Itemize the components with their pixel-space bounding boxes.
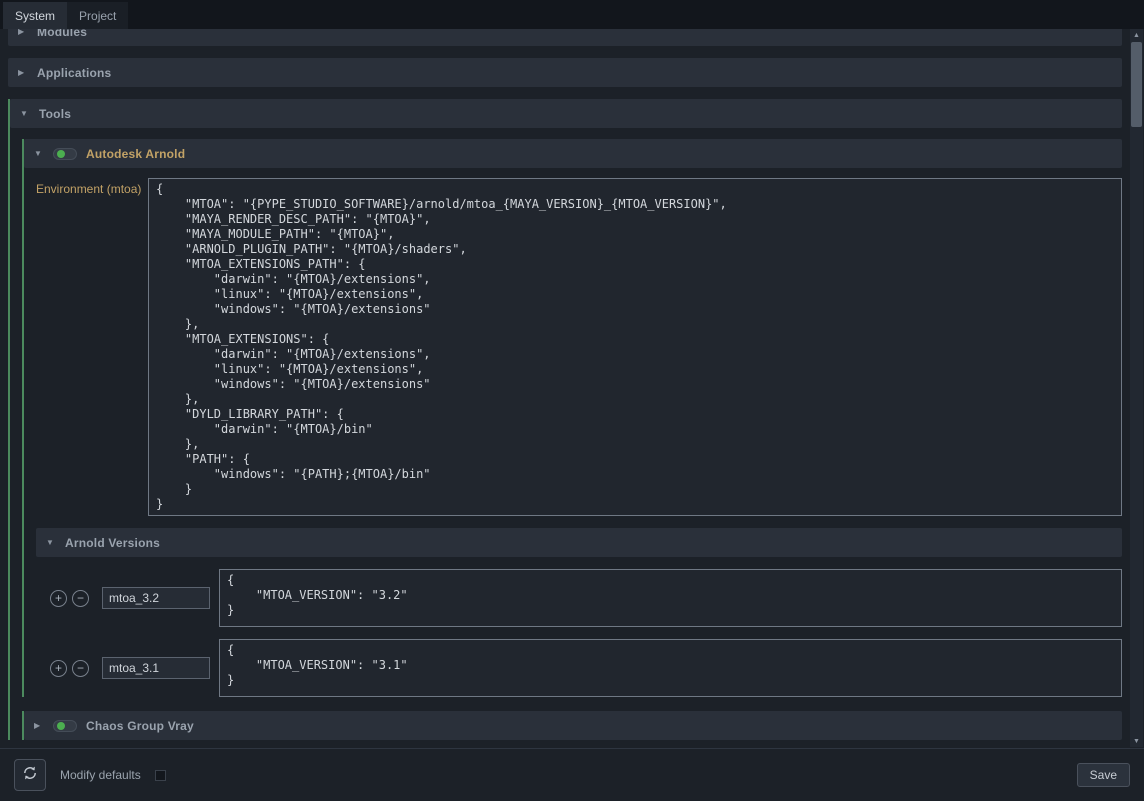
tab-system[interactable]: System [3, 2, 67, 29]
modify-defaults-checkbox[interactable] [155, 770, 166, 781]
settings-scroll-area: ▶ Modules ▶ Applications ▼ Tools ▼ Autod… [0, 29, 1144, 748]
environment-label: Environment (mtoa) [36, 178, 148, 516]
enabled-toggle-icon[interactable] [53, 720, 77, 732]
modify-defaults-label[interactable]: Modify defaults [60, 768, 141, 782]
chevron-down-icon: ▼ [46, 538, 56, 547]
version-row-mtoa-3-2: + − { "MTOA_VERSION": "3.2" } [24, 569, 1122, 627]
save-button[interactable]: Save [1077, 763, 1130, 787]
environment-json-editor[interactable]: { "MTOA": "{PYPE_STUDIO_SOFTWARE}/arnold… [148, 178, 1122, 516]
scroll-down-icon[interactable]: ▼ [1130, 735, 1143, 747]
section-header-modules[interactable]: ▶ Modules [8, 29, 1122, 46]
chevron-right-icon: ▶ [18, 29, 28, 36]
section-header-applications[interactable]: ▶ Applications [8, 58, 1122, 87]
section-tools: ▼ Tools ▼ Autodesk Arnold Environment (m… [8, 99, 1122, 740]
section-title-tools: Tools [39, 107, 71, 121]
chevron-right-icon: ▶ [18, 68, 28, 77]
chevron-right-icon: ▶ [34, 721, 44, 730]
version-json-editor[interactable]: { "MTOA_VERSION": "3.1" } [219, 639, 1122, 697]
section-title-applications: Applications [37, 66, 111, 80]
version-name-input[interactable] [102, 657, 210, 679]
chevron-down-icon: ▼ [20, 109, 30, 118]
tab-project[interactable]: Project [67, 2, 128, 29]
add-version-button[interactable]: + [50, 660, 67, 677]
group-title-chaos-group-vray: Chaos Group Vray [86, 719, 194, 733]
chevron-down-icon: ▼ [34, 149, 44, 158]
version-json-editor[interactable]: { "MTOA_VERSION": "3.2" } [219, 569, 1122, 627]
group-chaos-group-vray: ▶ Chaos Group Vray [22, 711, 1122, 740]
group-title-autodesk-arnold: Autodesk Arnold [86, 147, 185, 161]
scroll-up-icon[interactable]: ▲ [1130, 29, 1143, 41]
section-applications: ▶ Applications [8, 58, 1122, 87]
remove-version-button[interactable]: − [72, 660, 89, 677]
refresh-button[interactable] [14, 759, 46, 791]
scrollbar-thumb[interactable] [1131, 42, 1142, 127]
group-header-chaos-group-vray[interactable]: ▶ Chaos Group Vray [24, 711, 1122, 740]
enabled-toggle-icon[interactable] [53, 148, 77, 160]
tab-bar: System Project [0, 0, 1144, 29]
section-modules: ▶ Modules [8, 29, 1122, 46]
footer-bar: Modify defaults Save [0, 748, 1144, 801]
group-header-arnold-versions[interactable]: ▼ Arnold Versions [36, 528, 1122, 557]
version-row-mtoa-3-1: + − { "MTOA_VERSION": "3.1" } [24, 639, 1122, 697]
tools-body: ▼ Autodesk Arnold Environment (mtoa) { "… [10, 139, 1122, 740]
group-header-autodesk-arnold[interactable]: ▼ Autodesk Arnold [24, 139, 1122, 168]
environment-row: Environment (mtoa) { "MTOA": "{PYPE_STUD… [24, 178, 1122, 516]
remove-version-button[interactable]: − [72, 590, 89, 607]
vertical-scrollbar[interactable]: ▲ ▼ [1130, 29, 1143, 747]
refresh-icon [22, 765, 38, 786]
group-title-arnold-versions: Arnold Versions [65, 536, 160, 550]
version-name-input[interactable] [102, 587, 210, 609]
add-version-button[interactable]: + [50, 590, 67, 607]
section-title-modules: Modules [37, 29, 87, 39]
group-autodesk-arnold: ▼ Autodesk Arnold Environment (mtoa) { "… [22, 139, 1122, 697]
section-header-tools[interactable]: ▼ Tools [10, 99, 1122, 128]
